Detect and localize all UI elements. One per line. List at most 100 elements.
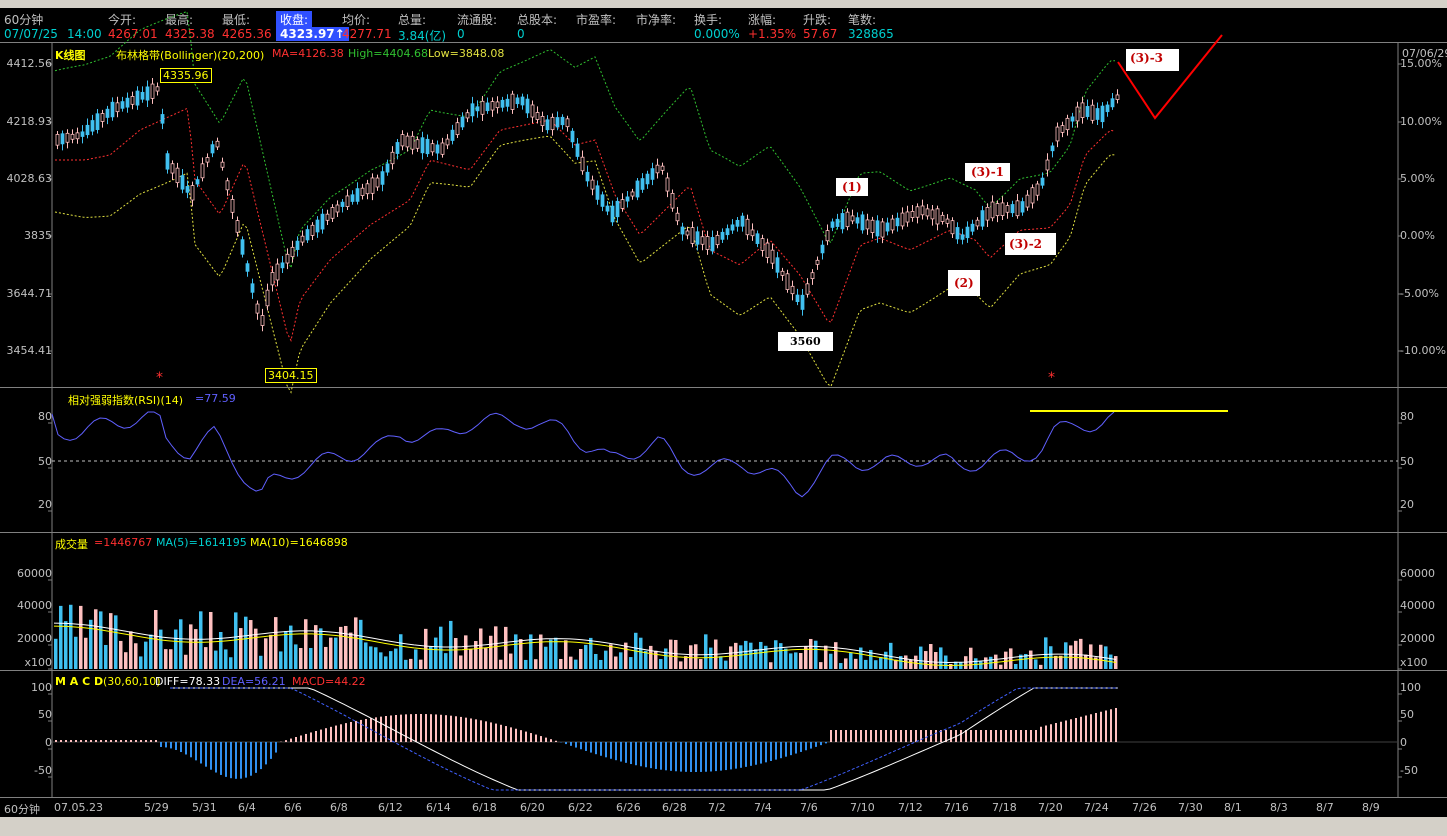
volume-bar-19 <box>149 634 153 669</box>
volume-bar-78 <box>444 653 448 669</box>
volume-bar-73 <box>419 659 423 669</box>
candle-body-84 <box>475 106 480 112</box>
candle-body-185 <box>980 210 985 227</box>
candle-body-178 <box>945 218 950 224</box>
candle-body-91 <box>510 93 515 110</box>
candle-body-125 <box>680 226 685 235</box>
candle-body-47 <box>290 246 295 258</box>
volume-bar-135 <box>729 646 733 669</box>
date-tick-5: 6/8 <box>330 801 348 814</box>
volume-bar-81 <box>459 655 463 669</box>
volume-bar-207 <box>1089 644 1093 669</box>
candle-body-110 <box>605 205 610 212</box>
volume-bar-125 <box>679 661 683 669</box>
candle-body-83 <box>470 103 475 117</box>
star-marker-0: * <box>156 370 163 386</box>
candle-body-90 <box>505 98 510 107</box>
candle-body-174 <box>925 208 930 217</box>
volume-bar-7 <box>89 619 93 669</box>
candle-body-196 <box>1035 183 1040 196</box>
date-tick-25: 8/3 <box>1270 801 1288 814</box>
candle-body-191 <box>1010 204 1015 214</box>
wave-annotation-3-2: (3)-2 <box>1005 233 1057 255</box>
price-tick-1: 4218.93 <box>6 115 53 128</box>
candle-body-197 <box>1040 177 1045 186</box>
volume-bar-43 <box>269 634 273 669</box>
volume-bar-139 <box>749 642 753 669</box>
volume-bar-12 <box>114 615 118 669</box>
volume-bar-44 <box>274 617 278 669</box>
date-tick-17: 7/12 <box>898 801 923 814</box>
candle-body-132 <box>715 234 720 246</box>
volume-tick-3: x100 <box>24 656 52 669</box>
volume-bar-165 <box>879 657 883 669</box>
volume-bar-106 <box>584 644 588 669</box>
candle-body-150 <box>805 283 810 295</box>
volume-bar-164 <box>874 660 878 669</box>
volume-bar-121 <box>659 659 663 669</box>
volume-bar-26 <box>184 654 188 669</box>
candle-body-151 <box>810 272 815 280</box>
candle-body-105 <box>580 156 585 172</box>
volume-tick-r-2: 20000 <box>1400 632 1435 645</box>
date-tick-12: 6/28 <box>662 801 687 814</box>
candle-body-52 <box>315 219 320 233</box>
candle-body-41 <box>260 315 265 326</box>
macd-tick-1: 50 <box>38 708 52 721</box>
volume-bar-45 <box>279 651 283 669</box>
volume-bar-206 <box>1084 654 1088 669</box>
volume-bar-38 <box>244 616 248 669</box>
volume-bar-36 <box>234 612 238 669</box>
volume-bar-184 <box>974 658 978 669</box>
candle-body-96 <box>535 112 540 120</box>
candle-body-49 <box>300 235 305 243</box>
volume-bar-157 <box>839 663 843 669</box>
candle-body-64 <box>375 177 380 188</box>
volume-bar-134 <box>724 660 728 669</box>
volume-bar-25 <box>179 619 183 669</box>
volume-bar-119 <box>649 645 653 669</box>
candle-body-24 <box>175 167 180 184</box>
volume-bar-102 <box>564 640 568 669</box>
volume-bar-66 <box>384 656 388 669</box>
volume-bar-39 <box>249 620 253 669</box>
volume-bar-149 <box>799 653 803 669</box>
candle-body-193 <box>1020 201 1025 213</box>
volume-bar-117 <box>639 637 643 669</box>
volume-bar-147 <box>789 653 793 669</box>
candle-body-16 <box>135 90 140 106</box>
rsi-tick-r-2: 20 <box>1400 498 1414 511</box>
volume-bar-172 <box>914 655 918 669</box>
date-tick-1: 5/29 <box>144 801 169 814</box>
volume-bar-94 <box>524 659 528 669</box>
price-tick-5: 3454.41 <box>6 344 53 357</box>
horizontal-scrollbar[interactable] <box>0 817 1447 836</box>
low-point-annotation: 3560 <box>778 332 833 351</box>
chart-canvas[interactable]: * * <box>0 0 1447 836</box>
volume-bar-137 <box>739 645 743 669</box>
date-tick-7: 6/14 <box>426 801 451 814</box>
volume-bar-144 <box>774 640 778 669</box>
candle-body-95 <box>530 104 535 118</box>
candle-body-144 <box>775 257 780 273</box>
candle-body-45 <box>280 262 285 269</box>
candle-body-181 <box>960 234 965 240</box>
pct-tick-3: 0.00% <box>1400 229 1435 242</box>
volume-bar-86 <box>484 648 488 669</box>
volume-bar-195 <box>1029 650 1033 669</box>
candle-body-139 <box>750 229 755 237</box>
rsi-tick-2: 20 <box>38 498 52 511</box>
volume-tick-r-3: x100 <box>1400 656 1428 669</box>
wave-annotation-1: (1) <box>836 178 868 196</box>
volume-bar-108 <box>594 653 598 669</box>
candle-body-171 <box>910 211 915 218</box>
volume-bar-62 <box>364 642 368 669</box>
candle-body-69 <box>400 134 405 147</box>
candle-body-190 <box>1005 205 1010 213</box>
rsi-tick-1: 50 <box>38 455 52 468</box>
candle-body-33 <box>220 161 225 168</box>
volume-bar-70 <box>404 659 408 669</box>
volume-bar-92 <box>514 634 518 669</box>
volume-bar-30 <box>204 647 208 669</box>
volume-bar-189 <box>999 664 1003 669</box>
